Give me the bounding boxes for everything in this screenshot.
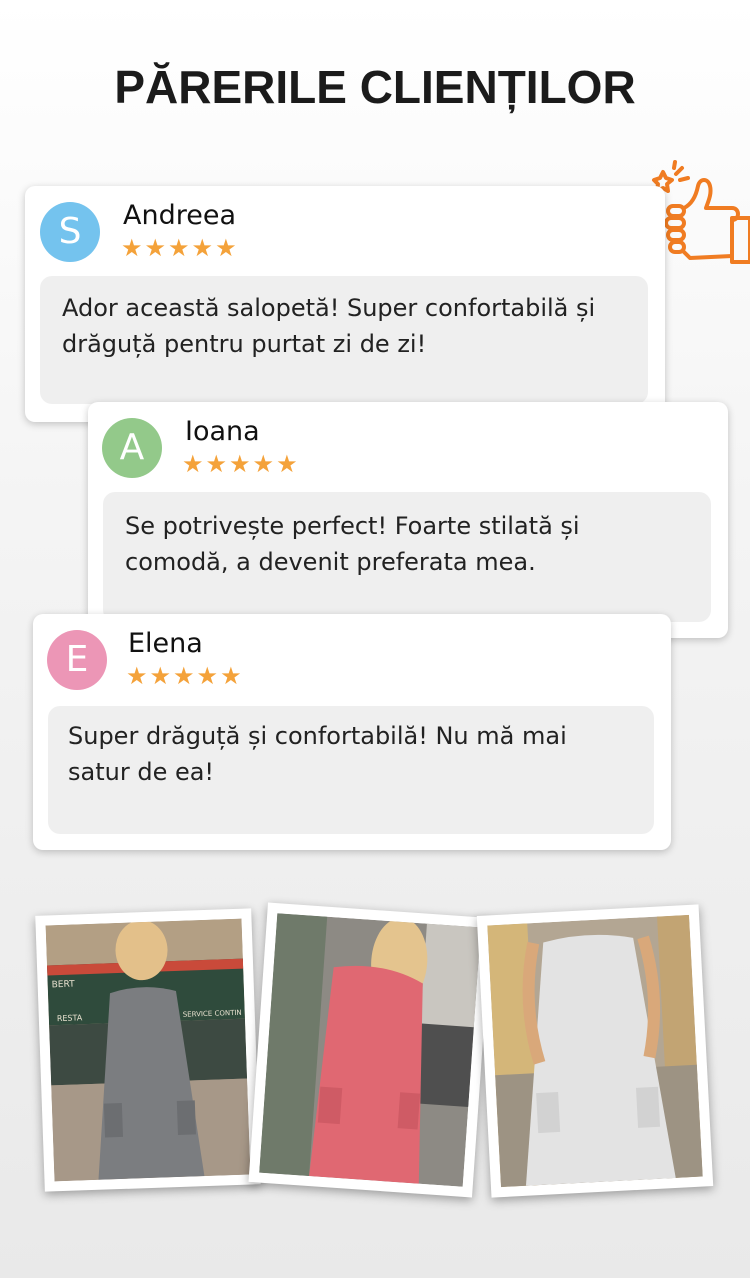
avatar: E [47,630,107,690]
reviewer-name: Elena [128,628,203,659]
rating-stars: ★★★★★ [121,234,239,262]
review-card: E Elena ★★★★★ Super drăguță și confortab… [33,614,671,850]
review-card: A Ioana ★★★★★ Se potrivește perfect! Foa… [88,402,728,638]
rating-stars: ★★★★★ [182,450,300,478]
reviewer-name: Ioana [185,416,260,447]
svg-text:BERT: BERT [52,980,76,991]
avatar: S [40,202,100,262]
coral-jumpsuit-photo [259,913,481,1187]
page-title: PĂRERILE CLIENȚILOR [114,61,636,113]
rating-stars: ★★★★★ [126,662,244,690]
reviewer-name: Andreea [123,200,236,231]
white-jumpsuit-photo [487,914,703,1188]
avatar: A [102,418,162,478]
review-text: Se potrivește perfect! Foarte stilată și… [103,492,711,622]
customer-photo [248,902,492,1198]
review-text: Super drăguță și confortabilă! Nu mă mai… [48,706,654,834]
grey-jumpsuit-photo: BERT RESTA SERVICE CONTIN [45,918,251,1182]
review-card: S Andreea ★★★★★ Ador această salopetă! S… [25,186,665,422]
customer-photo: BERT RESTA SERVICE CONTIN [35,908,261,1192]
customer-photo [476,904,714,1198]
review-text: Ador această salopetă! Super confortabil… [40,276,648,404]
svg-text:RESTA: RESTA [57,1013,83,1023]
